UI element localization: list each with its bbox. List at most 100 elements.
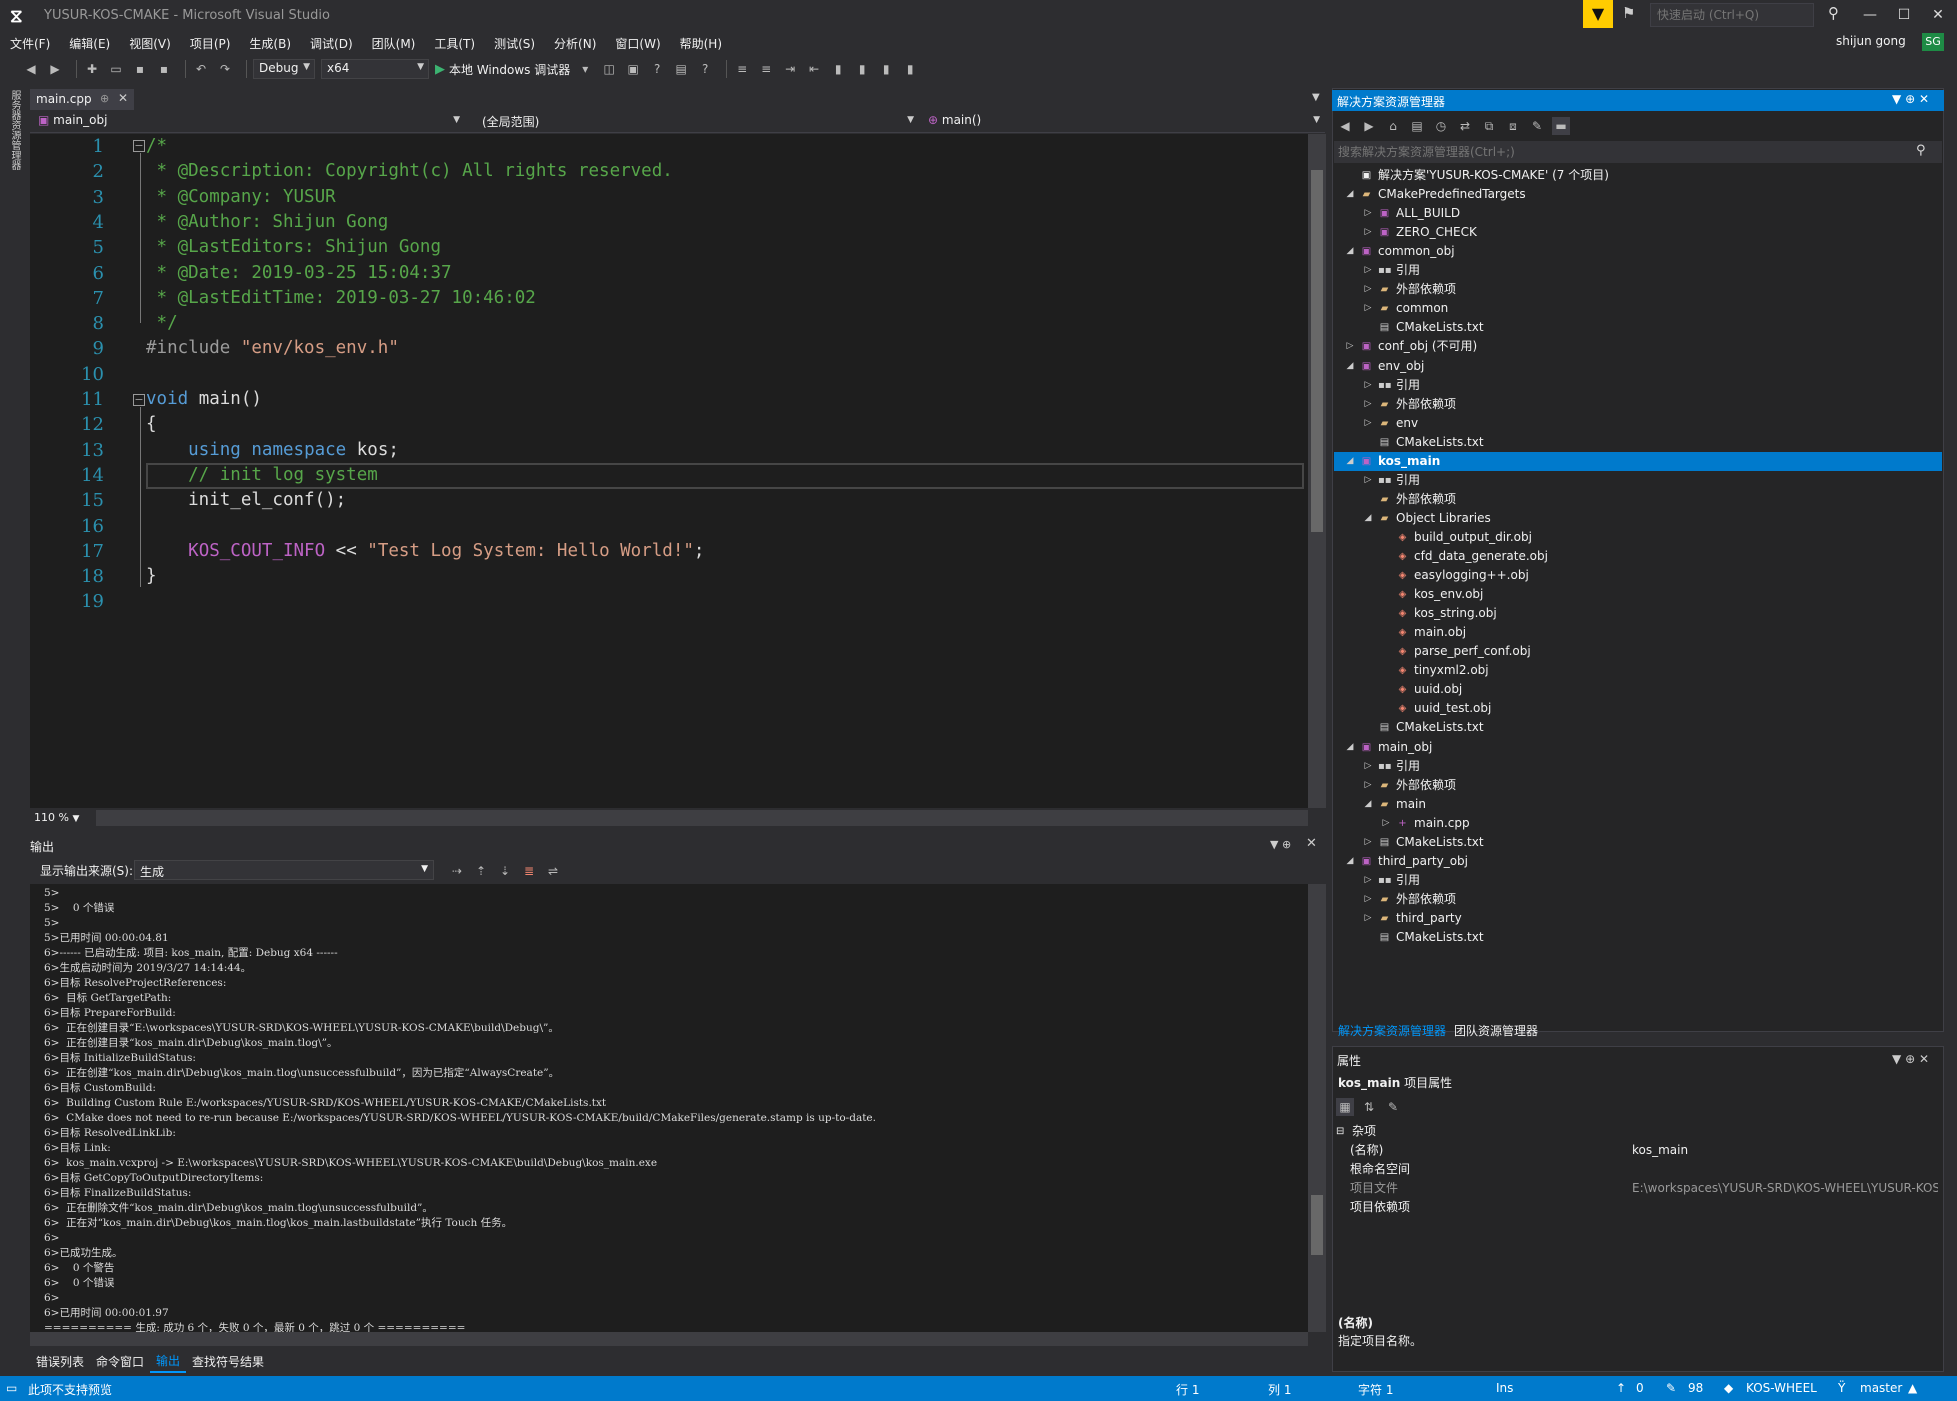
pin-icon[interactable]: ⊕ [1905, 92, 1915, 106]
tree-item[interactable]: ▷ ▰ common [1334, 299, 1942, 318]
expanded-icon[interactable]: ◢ [1344, 242, 1356, 261]
tree-item[interactable]: ▷ ▰ env [1334, 414, 1942, 433]
play-icon[interactable]: ▶ [435, 62, 445, 77]
collapse-icon[interactable]: − [133, 394, 145, 406]
code-line[interactable]: */ [146, 311, 178, 336]
expand-icon[interactable]: ▷ [1362, 414, 1374, 433]
type-scope-select[interactable]: (全局范围) ▼ [478, 113, 918, 131]
tree-item[interactable]: ▷ ▣ ALL_BUILD [1334, 204, 1942, 223]
indent-icon[interactable]: ⇥ [781, 60, 799, 78]
alphabetical-icon[interactable]: ⇅ [1360, 1098, 1378, 1116]
expand-icon[interactable]: ▷ [1362, 204, 1374, 223]
feedback-filter-icon[interactable]: ▼ [1583, 0, 1613, 28]
expand-icon[interactable]: ▷ [1362, 833, 1374, 852]
minimize-icon[interactable]: — [1854, 2, 1886, 28]
code-line[interactable]: KOS_COUT_INFO << "Test Log System: Hello… [146, 539, 704, 564]
expanded-icon[interactable]: ◢ [1344, 852, 1356, 871]
expand-icon[interactable]: ▷ [1362, 376, 1374, 395]
tree-item[interactable]: ▤ CMakeLists.txt [1334, 718, 1942, 737]
expand-icon[interactable]: ▷ [1380, 814, 1392, 833]
live-share-icon[interactable]: ▤ [672, 60, 690, 78]
expand-icon[interactable]: ▷ [1362, 757, 1374, 776]
tree-item[interactable]: ◈ kos_env.obj [1334, 585, 1942, 604]
menu-help[interactable]: 帮助(H) [680, 35, 722, 52]
menu-test[interactable]: 测试(S) [494, 35, 535, 52]
tree-item[interactable]: ◢ ▣ env_obj [1334, 357, 1942, 376]
tree-item[interactable]: ▷ ▪▪ 引用 [1334, 261, 1942, 280]
word-wrap-icon[interactable]: ⇌ [544, 862, 562, 880]
code-line[interactable]: // init log system [146, 463, 378, 488]
tree-item[interactable]: ◢ ▰ CMakePredefinedTargets [1334, 185, 1942, 204]
code-line[interactable]: * @LastEditTime: 2019-03-27 10:46:02 [146, 286, 536, 311]
expand-icon[interactable]: ▷ [1362, 776, 1374, 795]
tree-item[interactable]: ▷ ▤ CMakeLists.txt [1334, 833, 1942, 852]
tree-item[interactable]: ▰ 外部依赖项 [1334, 490, 1942, 509]
expand-icon[interactable]: ▷ [1362, 890, 1374, 909]
uncomment-icon[interactable]: ≡ [757, 60, 775, 78]
code-line[interactable]: * @Author: Shijun Gong [146, 210, 389, 235]
menu-edit[interactable]: 编辑(E) [69, 35, 110, 52]
redo-icon[interactable]: ↷ [216, 60, 234, 78]
code-line[interactable]: * @Description: Copyright(c) All rights … [146, 159, 673, 184]
menu-build[interactable]: 生成(B) [249, 35, 291, 52]
undo-icon[interactable]: ↶ [192, 60, 210, 78]
tab-solution-explorer[interactable]: 解决方案资源管理器 [1334, 1021, 1450, 1040]
expanded-icon[interactable]: ◢ [1344, 452, 1356, 471]
expand-icon[interactable]: ▷ [1362, 299, 1374, 318]
tab-output[interactable]: 输出 [150, 1350, 187, 1373]
user-name[interactable]: shijun gong [1836, 34, 1906, 48]
tree-item[interactable]: ◈ easylogging++.obj [1334, 566, 1942, 585]
menu-view[interactable]: 视图(V) [129, 35, 171, 52]
close-icon[interactable]: ✕ [1306, 836, 1317, 851]
tree-item[interactable]: ◈ uuid.obj [1334, 680, 1942, 699]
tree-item[interactable]: ◈ uuid_test.obj [1334, 699, 1942, 718]
menu-team[interactable]: 团队(M) [372, 35, 416, 52]
switch-views-icon[interactable]: ▤ [1408, 117, 1426, 135]
close-icon[interactable]: ✕ [1919, 92, 1929, 106]
outdent-icon[interactable]: ⇤ [805, 60, 823, 78]
search-icon[interactable]: ⚲ [1916, 143, 1926, 158]
editor-horizontal-scrollbar[interactable] [96, 810, 1308, 826]
tree-item[interactable]: ▣ 解决方案'YUSUR-KOS-CMAKE' (7 个项目) [1334, 166, 1942, 185]
repository-icon[interactable]: ◆ [1724, 1381, 1733, 1395]
pin-icon[interactable]: ⊕ [100, 92, 109, 105]
close-icon[interactable]: ✕ [118, 91, 128, 105]
expanded-icon[interactable]: ◢ [1362, 795, 1374, 814]
collapse-icon[interactable]: − [133, 140, 145, 152]
tree-item[interactable]: ▷ ▪▪ 引用 [1334, 871, 1942, 890]
comment-icon[interactable]: ≡ [733, 60, 751, 78]
member-scope-select[interactable]: ⊕ main() ▼ [924, 113, 1324, 131]
expanded-icon[interactable]: ◢ [1344, 738, 1356, 757]
tree-item[interactable]: ◈ build_output_dir.obj [1334, 528, 1942, 547]
tree-item[interactable]: ▷ ▰ 外部依赖项 [1334, 280, 1942, 299]
solution-platform-select[interactable]: x64 ▼ [321, 59, 429, 79]
tree-item[interactable]: ◢ ▣ kos_main [1334, 451, 1942, 471]
branch-icon[interactable]: Ÿ [1838, 1381, 1845, 1395]
help-icon[interactable]: ? [648, 60, 666, 78]
chevron-down-icon[interactable]: ▾ [576, 60, 594, 78]
bookmark-prev-icon[interactable]: ▮ [853, 60, 871, 78]
back-icon[interactable]: ◀ [1336, 117, 1354, 135]
forward-icon[interactable]: ▶ [46, 60, 64, 78]
output-text[interactable]: 5> 5> 0 个错误 5> 5>已用时间 00:00:04.81 6>------ 已… [30, 884, 1308, 1332]
tree-item[interactable]: ◈ cfd_data_generate.obj [1334, 547, 1942, 566]
expand-icon[interactable]: ▷ [1362, 280, 1374, 299]
new-project-icon[interactable]: ✚ [83, 60, 101, 78]
menu-project[interactable]: 项目(P) [190, 35, 231, 52]
project-scope-select[interactable]: ▣ main_obj ▼ [34, 113, 464, 131]
code-line[interactable]: * @Date: 2019-03-25 15:04:37 [146, 261, 452, 286]
home-icon[interactable]: ⌂ [1384, 117, 1402, 135]
property-pages-icon[interactable]: ✎ [1384, 1098, 1402, 1116]
close-icon[interactable]: ✕ [1919, 1052, 1929, 1066]
show-all-files-icon[interactable]: ⧈ [1504, 117, 1522, 135]
property-value[interactable]: kos_main [1632, 1141, 1938, 1160]
tab-error-list[interactable]: 错误列表 [30, 1351, 90, 1372]
pending-changes-icon[interactable]: ◷ [1432, 117, 1450, 135]
search-icon[interactable]: ⚲ [1828, 4, 1839, 22]
tree-item[interactable]: ▷ ▣ ZERO_CHECK [1334, 223, 1942, 242]
property-row[interactable]: 项目文件 E:\workspaces\YUSUR-SRD\KOS-WHEEL\YU… [1334, 1179, 1942, 1198]
code-line[interactable]: /* [146, 134, 167, 159]
tree-item[interactable]: ◈ kos_string.obj [1334, 604, 1942, 623]
status-branch[interactable]: master [1860, 1381, 1902, 1395]
bookmark-clear-icon[interactable]: ▮ [901, 60, 919, 78]
